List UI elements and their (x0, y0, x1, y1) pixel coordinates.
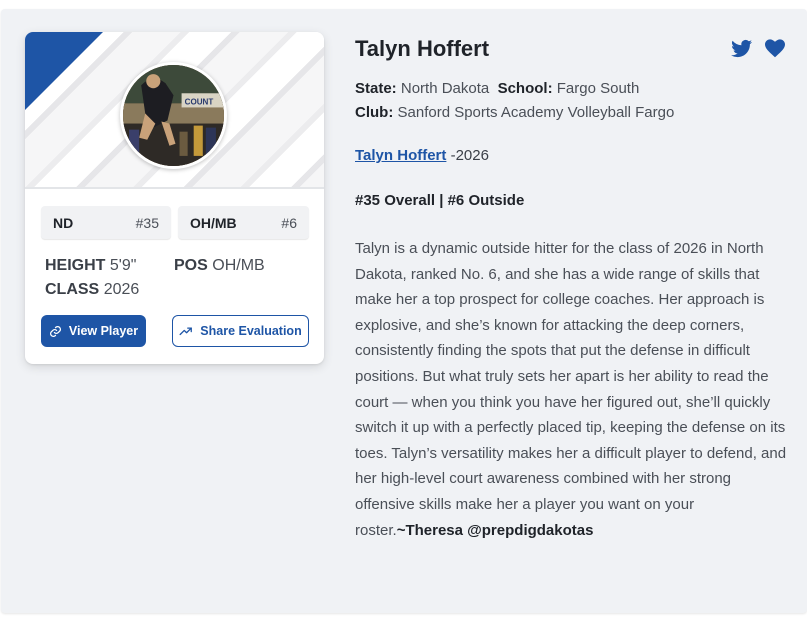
evaluation-text: Talyn is a dynamic outside hitter for th… (355, 240, 787, 539)
player-location: State: North Dakota School: Fargo South (355, 80, 640, 97)
player-club: Sanford Sports Academy Volleyball Fargo (397, 104, 675, 121)
player-club-line: Club: Sanford Sports Academy Volleyball … (355, 104, 675, 121)
heart-icon[interactable] (765, 39, 785, 58)
player-card: COUNT ND #35 OH/MB #6 HEIGHT 5'9" POS OH… (25, 32, 324, 364)
stat-position: POS OH/MB (174, 257, 265, 274)
stat-height: HEIGHT 5'9" (45, 257, 137, 274)
position-rank-badge: OH/MB #6 (178, 206, 309, 239)
avatar: COUNT (120, 62, 227, 169)
player-evaluation: Talyn is a dynamic outside hitter for th… (355, 236, 787, 543)
player-profile-line: Talyn Hoffert -2026 (355, 147, 489, 164)
social-actions (731, 39, 785, 59)
share-evaluation-label: Share Evaluation (200, 324, 302, 338)
state-rank-badge: ND #35 (41, 206, 171, 239)
card-banner: COUNT (25, 32, 324, 189)
view-player-button[interactable]: View Player (41, 315, 146, 347)
view-player-label: View Player (68, 324, 139, 338)
player-school: Fargo South (556, 80, 640, 97)
banner-corner-accent (25, 32, 103, 110)
player-profile-link[interactable]: Talyn Hoffert (355, 147, 446, 164)
twitter-icon[interactable] (731, 39, 753, 59)
player-state: North Dakota (400, 80, 490, 97)
svg-text:COUNT: COUNT (185, 97, 214, 106)
state-abbrev: ND (53, 214, 74, 231)
state-rank: #35 (135, 214, 159, 231)
player-name: Talyn Hoffert (355, 36, 490, 61)
trend-up-icon (179, 327, 193, 336)
link-icon (49, 325, 61, 337)
evaluation-signature: ~Theresa @prepdigdakotas (396, 521, 594, 539)
position-rank: #6 (281, 214, 297, 231)
player-class-suffix: -2026 (450, 147, 489, 164)
share-evaluation-button[interactable]: Share Evaluation (172, 315, 309, 347)
position-abbrev: OH/MB (190, 214, 237, 231)
stat-class: CLASS 2026 (45, 281, 140, 298)
player-ranking: #35 Overall | #6 Outside (355, 192, 525, 209)
